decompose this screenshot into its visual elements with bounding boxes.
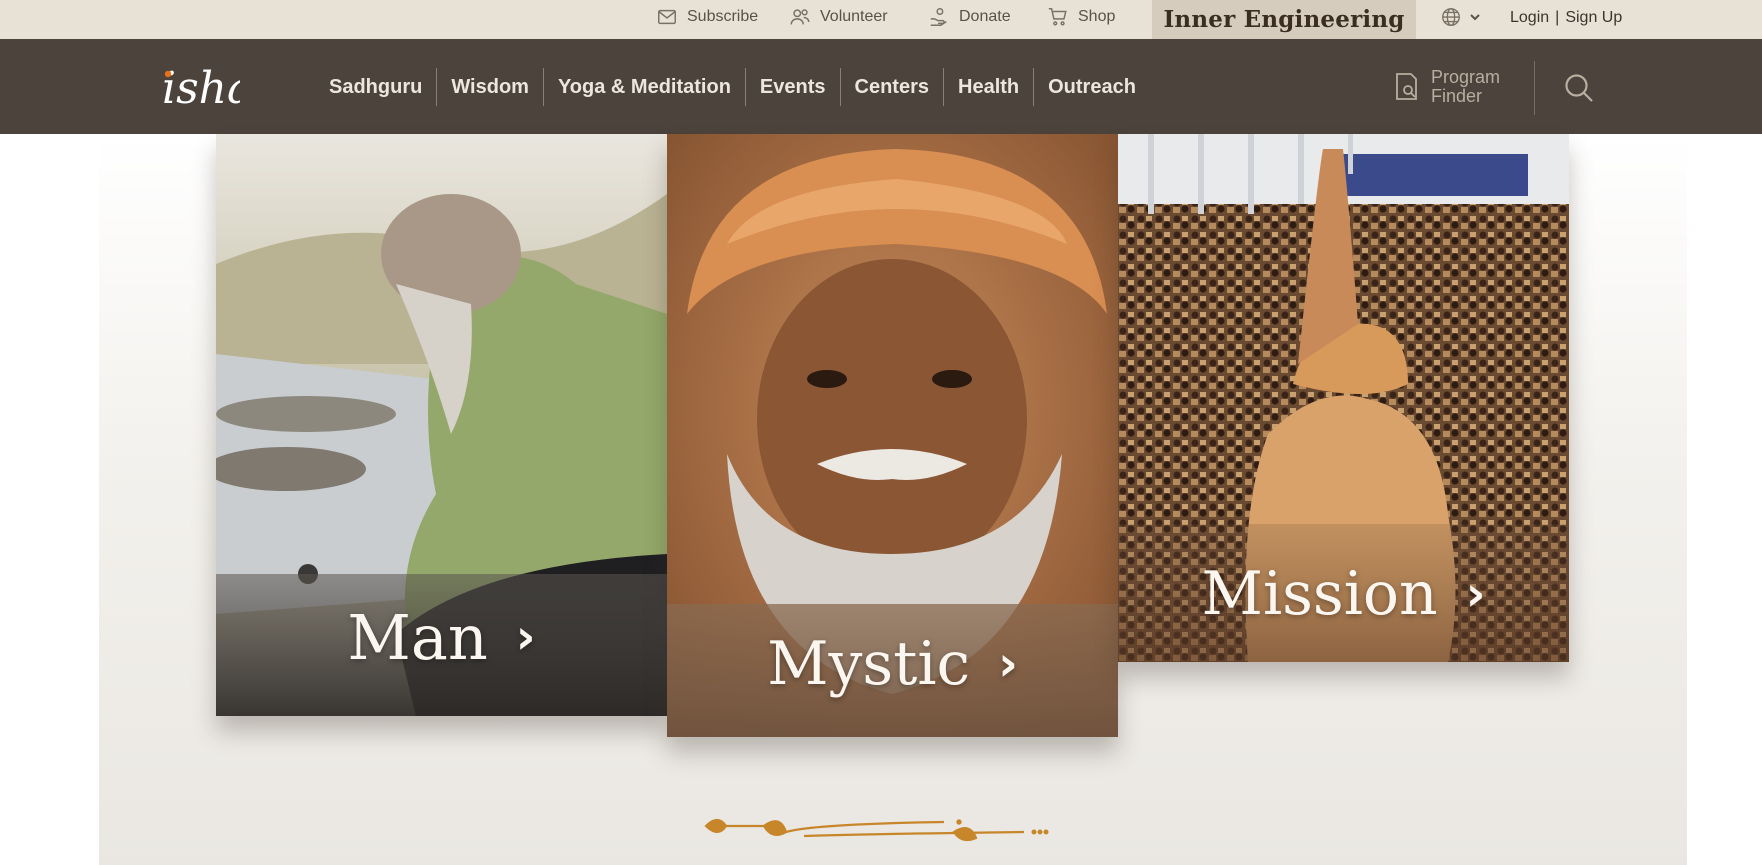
inner-engineering-link[interactable]: Inner Engineering <box>1152 0 1416 39</box>
nav-item-sadhguru[interactable]: Sadhguru <box>315 68 436 106</box>
inner-engineering-label: Inner Engineering <box>1163 6 1405 33</box>
nav-divider <box>1534 61 1535 115</box>
mission-title: Mission <box>1201 559 1438 629</box>
auth-separator: | <box>1555 8 1560 26</box>
mission-label: Mission › <box>1118 559 1569 629</box>
people-icon <box>790 8 810 24</box>
mystic-title: Mystic <box>767 629 971 699</box>
primary-menu: Sadhguru Wisdom Yoga & Meditation Events… <box>315 66 1150 108</box>
man-label: Man › <box>216 600 667 674</box>
man-title: Man <box>347 600 488 674</box>
nav-item-centers[interactable]: Centers <box>839 68 943 106</box>
signup-link[interactable]: Sign Up <box>1565 9 1622 27</box>
chevron-right-icon: › <box>1465 566 1486 622</box>
auth-links: Login | Sign Up <box>1510 0 1622 35</box>
shop-label: Shop <box>1078 7 1116 25</box>
program-finder-line1: Program <box>1431 67 1501 87</box>
nav-item-wisdom[interactable]: Wisdom <box>436 68 543 106</box>
utility-bar: Subscribe Volunteer Donate Shop Inner En… <box>0 0 1762 39</box>
nav-item-yoga-meditation[interactable]: Yoga & Meditation <box>542 68 745 106</box>
card-mystic[interactable]: Mystic › <box>667 134 1118 737</box>
login-link[interactable]: Login <box>1510 9 1549 27</box>
nav-item-health[interactable]: Health <box>943 68 1033 106</box>
shop-link[interactable]: Shop <box>1047 0 1115 33</box>
volunteer-label: Volunteer <box>820 7 888 25</box>
nav-item-events[interactable]: Events <box>744 68 840 106</box>
subscribe-link[interactable]: Subscribe <box>656 0 758 33</box>
volunteer-link[interactable]: Volunteer <box>789 0 888 33</box>
program-finder-icon <box>1396 73 1417 100</box>
chevron-down-icon <box>1470 14 1480 21</box>
decorative-flourish <box>704 818 1049 842</box>
chevron-right-icon: › <box>998 636 1018 692</box>
cart-icon <box>1048 7 1067 26</box>
nav-item-outreach[interactable]: Outreach <box>1033 68 1150 106</box>
logo-text: isha <box>162 63 240 114</box>
main-navigation: isha Sadhguru Wisdom Yoga & Meditation E… <box>0 39 1762 134</box>
isha-logo[interactable]: isha <box>160 53 240 119</box>
globe-icon <box>1442 8 1460 26</box>
donate-hand-icon <box>930 7 947 26</box>
program-finder-label: Program Finder <box>1431 68 1511 106</box>
logo-dot <box>164 70 172 78</box>
donate-label: Donate <box>959 7 1011 25</box>
search-icon[interactable] <box>1563 72 1595 104</box>
subscribe-label: Subscribe <box>687 7 759 25</box>
donate-link[interactable]: Donate <box>928 0 1011 33</box>
program-finder-line2: Finder <box>1431 86 1483 106</box>
card-mission[interactable]: Mission › <box>1118 134 1569 662</box>
language-selector[interactable] <box>1440 4 1482 30</box>
chevron-right-icon: › <box>515 609 536 665</box>
card-man[interactable]: Man › <box>216 134 667 716</box>
program-finder-button[interactable]: Program Finder <box>1393 67 1511 107</box>
envelope-icon <box>658 9 676 24</box>
mystic-label: Mystic › <box>667 629 1118 699</box>
